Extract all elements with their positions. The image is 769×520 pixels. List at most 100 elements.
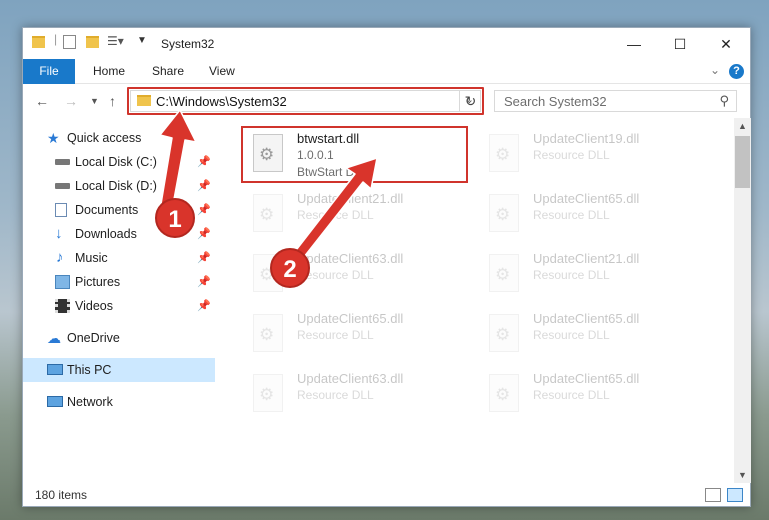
pin-icon[interactable]: 📌 (197, 294, 211, 318)
customize-qat-icon[interactable]: ☰▾ (107, 34, 124, 48)
details-view-icon[interactable] (705, 488, 721, 502)
chevron-down-icon[interactable]: ▼ (137, 35, 147, 46)
drive-icon (55, 159, 70, 165)
forward-arrow-icon[interactable]: → (64, 93, 78, 109)
file-item[interactable]: ⚙ UpdateClient19.dll Resource DLL (483, 128, 713, 188)
pin-icon[interactable]: 📌 (197, 222, 211, 246)
search-input[interactable]: Search System32 ⚲ (494, 90, 737, 112)
gear-icon: ⚙ (495, 205, 511, 224)
file-list: ⚙ btwstart.dll 1.0.0.1 BtwStart DLL ⚙ Up… (231, 118, 731, 483)
sidebar-item-local-disk-d[interactable]: Local Disk (D:) 📌 (23, 174, 215, 198)
monitor-icon (47, 364, 63, 375)
sidebar-item-onedrive[interactable]: ☁ OneDrive (23, 326, 215, 350)
gear-icon: ⚙ (495, 145, 511, 164)
file-item[interactable]: ⚙ UpdateClient21.dll Resource DLL (247, 188, 477, 248)
gear-icon: ⚙ (495, 385, 511, 404)
file-item[interactable]: ⚙ UpdateClient65.dll Resource DLL (483, 308, 713, 368)
file-version: 1.0.0.1 (297, 148, 334, 162)
file-description: Resource DLL (533, 268, 610, 282)
file-description: Resource DLL (533, 388, 610, 402)
new-folder-icon[interactable] (86, 36, 99, 48)
up-arrow-icon[interactable]: ↑ (109, 93, 116, 109)
sidebar-item-quick-access[interactable]: ★ Quick access (23, 126, 215, 150)
file-item-btwstart[interactable]: ⚙ btwstart.dll 1.0.0.1 BtwStart DLL (247, 128, 477, 188)
gear-icon: ⚙ (259, 145, 275, 164)
file-name: UpdateClient65.dll (533, 191, 640, 206)
dll-file-icon: ⚙ (253, 134, 283, 172)
minimize-button[interactable]: — (611, 32, 657, 56)
gear-icon: ⚙ (259, 325, 275, 344)
refresh-button[interactable]: ↻ (459, 90, 481, 112)
dll-file-icon: ⚙ (253, 314, 283, 352)
window-title: System32 (161, 37, 215, 51)
sidebar-item-label: Local Disk (D:) (75, 179, 157, 193)
sidebar-item-network[interactable]: Network (23, 390, 215, 414)
sidebar-item-label: Music (75, 251, 108, 265)
help-icon[interactable]: ? (729, 64, 744, 79)
navigation-bar: ← → ▼ ↑ C:\Windows\System32 ⌄ ↻ Search S… (23, 85, 750, 117)
search-icon: ⚲ (719, 93, 729, 108)
address-path[interactable]: C:\Windows\System32 (156, 94, 287, 109)
pin-icon[interactable]: 📌 (197, 150, 211, 174)
address-bar[interactable]: C:\Windows\System32 ⌄ (130, 90, 481, 112)
sidebar-item-label: This PC (67, 363, 112, 377)
close-button[interactable]: ✕ (703, 32, 749, 56)
scroll-thumb[interactable] (735, 136, 750, 188)
file-item[interactable]: ⚙ UpdateClient65.dll Resource DLL (483, 188, 713, 248)
sidebar-item-music[interactable]: ♪ Music 📌 (23, 246, 215, 270)
sidebar-item-videos[interactable]: Videos 📌 (23, 294, 215, 318)
step-badge-1: 1 (155, 198, 195, 238)
download-arrow-icon: ↓ (55, 225, 63, 242)
sidebar-item-local-disk-c[interactable]: Local Disk (C:) 📌 (23, 150, 215, 174)
recent-locations-icon[interactable]: ▼ (90, 96, 99, 106)
file-item[interactable]: ⚙ UpdateClient21.dll Resource DLL (483, 248, 713, 308)
file-name: UpdateClient19.dll (533, 131, 640, 146)
tab-file[interactable]: File (23, 59, 75, 84)
file-item[interactable]: ⚙ UpdateClient63.dll Resource DLL (247, 368, 477, 428)
drive-icon (55, 183, 70, 189)
maximize-button[interactable]: ☐ (657, 32, 703, 56)
pin-icon[interactable]: 📌 (197, 174, 211, 198)
vertical-scrollbar[interactable]: ▲ ▼ (734, 118, 751, 483)
sidebar-item-label: Local Disk (C:) (75, 155, 157, 169)
back-arrow-icon[interactable]: ← (35, 93, 49, 109)
file-name: UpdateClient21.dll (533, 251, 640, 266)
folder-icon (32, 36, 45, 48)
tab-home[interactable]: Home (93, 59, 125, 84)
expand-ribbon-icon[interactable]: ⌄ (710, 63, 720, 77)
tab-view[interactable]: View (209, 59, 235, 84)
tiles-view-icon[interactable] (727, 488, 743, 502)
gear-icon: ⚙ (259, 205, 275, 224)
sidebar-item-pictures[interactable]: Pictures 📌 (23, 270, 215, 294)
pin-icon[interactable]: 📌 (197, 246, 211, 270)
scroll-up-icon[interactable]: ▲ (738, 121, 747, 131)
file-description: Resource DLL (297, 328, 374, 342)
tab-share[interactable]: Share (152, 59, 184, 84)
properties-icon[interactable] (63, 35, 76, 49)
sidebar-item-label: Pictures (75, 275, 121, 289)
sidebar-item-label: Documents (75, 203, 139, 217)
file-item[interactable]: ⚙ UpdateClient65.dll Resource DLL (483, 368, 713, 428)
film-icon (55, 299, 70, 313)
star-icon: ★ (47, 130, 60, 146)
scroll-down-icon[interactable]: ▼ (738, 470, 747, 480)
refresh-icon: ↻ (464, 93, 477, 109)
file-name: UpdateClient63.dll (297, 251, 404, 266)
step-badge-2: 2 (270, 248, 310, 288)
sidebar-item-label: Network (67, 395, 113, 409)
file-name: UpdateClient63.dll (297, 371, 404, 386)
sidebar-item-label: Downloads (75, 227, 137, 241)
gear-icon: ⚙ (495, 325, 511, 344)
pictures-icon (55, 275, 70, 289)
file-item[interactable]: ⚙ UpdateClient65.dll Resource DLL (247, 308, 477, 368)
pin-icon[interactable]: 📌 (197, 198, 211, 222)
dll-file-icon: ⚙ (489, 374, 519, 412)
documents-icon (55, 203, 67, 217)
status-bar: 180 items (23, 484, 750, 507)
sidebar-item-this-pc[interactable]: This PC (23, 358, 215, 382)
item-count: 180 items (35, 488, 88, 502)
file-name: btwstart.dll (297, 131, 360, 146)
pin-icon[interactable]: 📌 (197, 270, 211, 294)
file-description: BtwStart DLL (297, 165, 368, 179)
cloud-icon: ☁ (47, 330, 61, 346)
